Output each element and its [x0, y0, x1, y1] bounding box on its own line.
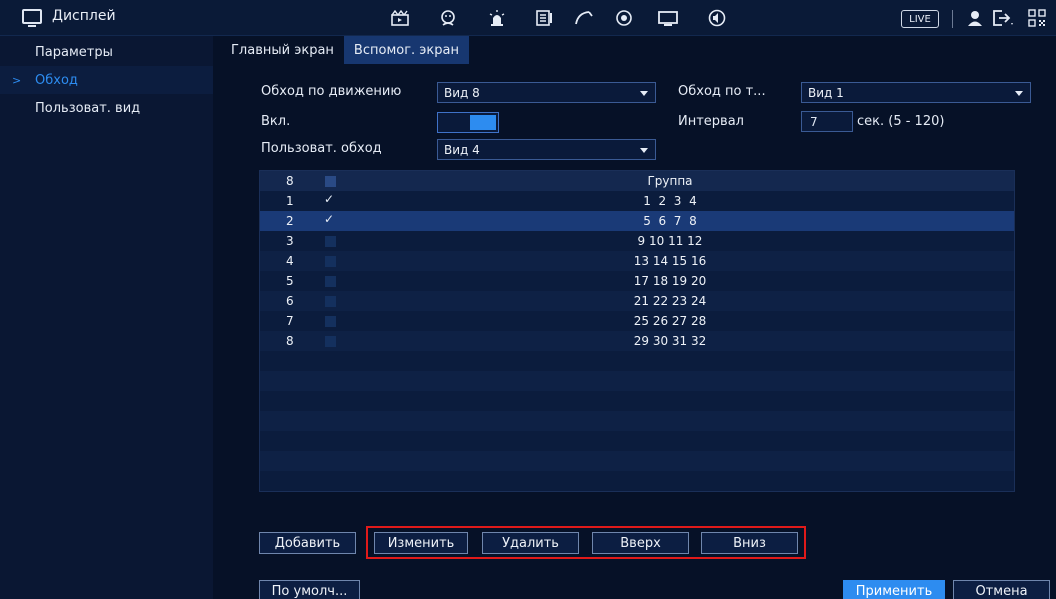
- row-checkbox[interactable]: [325, 276, 336, 287]
- sync-icon[interactable]: [613, 8, 635, 28]
- chevron-down-icon: [1015, 91, 1023, 96]
- row-index: 4: [286, 254, 294, 268]
- row-group: 25 26 27 28: [633, 314, 707, 328]
- cancel-button[interactable]: Отмена: [953, 580, 1050, 599]
- select-all-checkbox[interactable]: [325, 176, 336, 187]
- table-row[interactable]: 7 25 26 27 28: [260, 311, 1014, 331]
- row-index: 7: [286, 314, 294, 328]
- face-icon[interactable]: [437, 8, 459, 28]
- live-button[interactable]: LIVE: [901, 10, 939, 28]
- table-row-empty: [260, 471, 1014, 491]
- tab-aux-screen[interactable]: Вспомог. экран: [343, 36, 470, 64]
- row-index: 8: [286, 334, 294, 348]
- row-group: 21 22 23 24: [633, 294, 707, 308]
- row-index: 2: [286, 214, 294, 228]
- table-header: 8 Группа: [260, 171, 1014, 191]
- table-row[interactable]: 8 29 30 31 32: [260, 331, 1014, 351]
- interval-input[interactable]: 7: [801, 111, 853, 132]
- row-checkbox[interactable]: [325, 316, 336, 327]
- sidebar-item-label: Обход: [35, 72, 78, 88]
- alarm-icon[interactable]: [486, 8, 508, 28]
- display-icon: [22, 8, 42, 27]
- top-divider: [952, 10, 953, 28]
- row-group: 29 30 31 32: [633, 334, 707, 348]
- header-index: 8: [286, 174, 294, 188]
- checkmark-icon[interactable]: ✓: [324, 192, 334, 206]
- network-icon[interactable]: [574, 8, 596, 28]
- sidebar-item-parameters[interactable]: Параметры: [0, 38, 213, 66]
- interval-label: Интервал: [678, 114, 744, 129]
- user-icon[interactable]: [964, 8, 986, 28]
- table-row-empty: [260, 431, 1014, 451]
- motion-tour-value: Вид 8: [444, 85, 480, 100]
- row-index: 3: [286, 234, 294, 248]
- enable-toggle[interactable]: [437, 112, 499, 133]
- highlight-frame: [366, 526, 806, 559]
- audio-icon[interactable]: [706, 8, 728, 28]
- apply-button[interactable]: Применить: [843, 580, 945, 599]
- row-group: 9 10 11 12: [637, 234, 703, 248]
- table-row[interactable]: 4 13 14 15 16: [260, 251, 1014, 271]
- logout-icon[interactable]: [992, 8, 1014, 28]
- row-checkbox[interactable]: [325, 236, 336, 247]
- custom-tour-label: Пользоват. обход: [261, 141, 382, 156]
- chevron-right-icon: >: [12, 73, 22, 87]
- row-group: 13 14 15 16: [633, 254, 707, 268]
- tab-main-screen[interactable]: Главный экран: [221, 36, 344, 64]
- header-group: Группа: [647, 174, 693, 188]
- tab-bar: Главный экран Вспомог. экран: [221, 36, 470, 64]
- top-bar: Дисплей LIVE: [0, 0, 1056, 36]
- row-group: 5 6 7 8: [643, 214, 697, 228]
- custom-tour-value: Вид 4: [444, 142, 480, 157]
- table-row-empty: [260, 371, 1014, 391]
- sidebar-item-label: Пользоват. вид: [35, 100, 141, 116]
- alarm-tour-value: Вид 1: [808, 85, 844, 100]
- table-row-empty: [260, 411, 1014, 431]
- table-row-empty: [260, 451, 1014, 471]
- table-row[interactable]: 6 21 22 23 24: [260, 291, 1014, 311]
- storage-icon[interactable]: [533, 8, 555, 28]
- table-row[interactable]: 5 17 18 19 20: [260, 271, 1014, 291]
- chevron-down-icon: [640, 91, 648, 96]
- table-row[interactable]: 2 ✓ 5 6 7 8: [260, 211, 1014, 231]
- toggle-knob: [470, 115, 496, 130]
- sidebar-item-custom-view[interactable]: Пользоват. вид: [0, 94, 213, 122]
- tour-table: 8 Группа 1 ✓ 1 2 3 4 2 ✓ 5 6 7 8 3 9 10 …: [259, 170, 1015, 492]
- qr-icon[interactable]: [1026, 8, 1048, 28]
- clapper-icon[interactable]: [389, 8, 411, 28]
- motion-tour-label: Обход по движению: [261, 84, 402, 99]
- interval-unit: сек. (5 - 120): [857, 114, 945, 129]
- enable-label: Вкл.: [261, 114, 291, 129]
- row-index: 1: [286, 194, 294, 208]
- row-checkbox[interactable]: [325, 256, 336, 267]
- row-index: 5: [286, 274, 294, 288]
- row-group: 17 18 19 20: [633, 274, 707, 288]
- monitor-icon[interactable]: [657, 8, 679, 28]
- default-button[interactable]: По умолч...: [259, 580, 360, 599]
- row-checkbox[interactable]: [325, 296, 336, 307]
- row-checkbox[interactable]: [325, 336, 336, 347]
- alarm-tour-select[interactable]: Вид 1: [801, 82, 1031, 103]
- sidebar-item-label: Параметры: [35, 44, 113, 60]
- custom-tour-select[interactable]: Вид 4: [437, 139, 656, 160]
- app-title: Дисплей: [22, 8, 116, 27]
- sidebar-item-tour[interactable]: > Обход: [0, 66, 213, 94]
- table-row[interactable]: 3 9 10 11 12: [260, 231, 1014, 251]
- add-button[interactable]: Добавить: [259, 532, 356, 554]
- motion-tour-select[interactable]: Вид 8: [437, 82, 656, 103]
- row-index: 6: [286, 294, 294, 308]
- table-row-empty: [260, 351, 1014, 371]
- chevron-down-icon: [640, 148, 648, 153]
- sidebar: Параметры > Обход Пользоват. вид: [0, 36, 213, 599]
- alarm-tour-label: Обход по т...: [678, 84, 766, 99]
- row-group: 1 2 3 4: [643, 194, 697, 208]
- table-row[interactable]: 1 ✓ 1 2 3 4: [260, 191, 1014, 211]
- app-title-label: Дисплей: [52, 8, 116, 24]
- table-row-empty: [260, 391, 1014, 411]
- checkmark-icon[interactable]: ✓: [324, 212, 334, 226]
